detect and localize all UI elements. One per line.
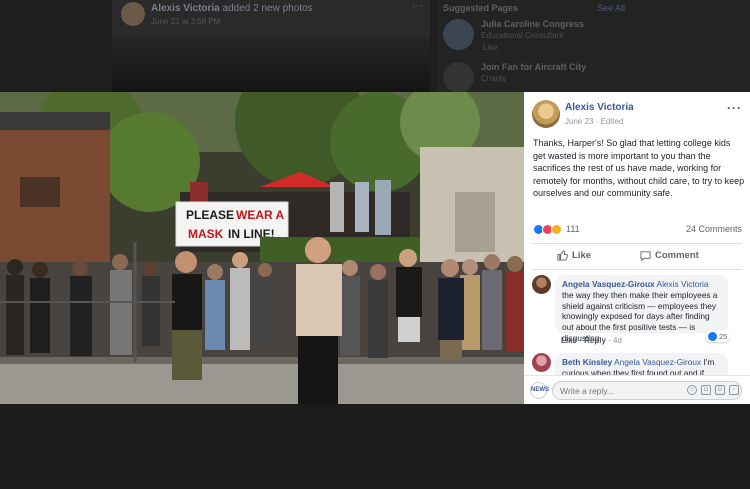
divider bbox=[532, 243, 742, 244]
commenter-avatar[interactable] bbox=[532, 275, 551, 294]
background-sidebar-see-all: See All bbox=[597, 3, 626, 13]
comment-icon bbox=[640, 251, 651, 261]
background-post-action: added 2 new photos bbox=[222, 3, 313, 14]
reaction-count: 111 bbox=[566, 224, 580, 234]
post-text: Thanks, Harper's! So glad that letting c… bbox=[533, 138, 745, 198]
suggested-page-1-like: Like bbox=[483, 43, 498, 52]
comment-actions: Like · Reply · 4d bbox=[561, 336, 622, 345]
suggested-page-1-subtitle: Educational Consultant bbox=[481, 31, 564, 40]
background-post-header: Alexis Victoria added 2 new photos bbox=[151, 3, 313, 14]
background-post-date: June 23 at 3:58 PM bbox=[151, 17, 221, 26]
commenter-avatar[interactable] bbox=[532, 353, 551, 372]
like-button[interactable]: Like bbox=[557, 250, 591, 261]
comment-time[interactable]: 4d bbox=[613, 336, 622, 345]
comment-bubble: Angela Vasquez-Giroux Alexis Victoria th… bbox=[555, 275, 728, 343]
reply-composer: NEWS ☺ ◘ G ▫ bbox=[524, 375, 750, 404]
comment-button[interactable]: Comment bbox=[640, 250, 699, 261]
comment-mention[interactable]: Angela Vasquez-Giroux bbox=[614, 357, 701, 367]
thumbs-up-icon bbox=[557, 250, 568, 261]
lightbox-bottom bbox=[0, 404, 750, 489]
like-reaction-icon bbox=[708, 331, 717, 341]
background-post-photo bbox=[112, 36, 430, 92]
suggested-page-2-avatar bbox=[443, 62, 474, 93]
comment-reply-link[interactable]: Reply bbox=[584, 336, 606, 345]
suggested-page-1-avatar bbox=[443, 19, 474, 50]
suggested-page-1-name: Julia Caroline Congress bbox=[481, 19, 585, 29]
commenter-name[interactable]: Angela Vasquez-Giroux bbox=[562, 279, 655, 289]
page-avatar: NEWS bbox=[530, 382, 549, 399]
post-author[interactable]: Alexis Victoria bbox=[565, 102, 634, 113]
comment-text: the way they then make their employees a… bbox=[562, 289, 718, 343]
comment-count[interactable]: 24 Comments bbox=[686, 224, 742, 234]
comment-button-label: Comment bbox=[655, 250, 699, 261]
suggested-page-2-subtitle: Charity bbox=[481, 74, 507, 83]
suggested-page-2-name: Join Fan for Aircraft City bbox=[481, 62, 587, 72]
like-button-label: Like bbox=[572, 250, 592, 261]
comment-reaction-count[interactable]: 25 bbox=[705, 330, 731, 342]
commenter-name[interactable]: Beth Kinsley bbox=[562, 357, 612, 367]
post-date[interactable]: June 23 · Edited bbox=[565, 117, 623, 126]
background-post-author: Alexis Victoria bbox=[151, 3, 220, 14]
camera-icon[interactable]: ◘ bbox=[701, 385, 711, 395]
background-more-icon: ··· bbox=[412, 0, 423, 12]
divider bbox=[532, 269, 742, 270]
more-options-icon[interactable]: ··· bbox=[727, 101, 742, 115]
sign-text-please: PLEASE bbox=[186, 208, 234, 222]
sticker-icon[interactable]: ▫ bbox=[729, 385, 739, 395]
post-photo[interactable]: PLEASE WEAR A MASK IN LINE! bbox=[0, 92, 524, 404]
sign-text-mask: MASK bbox=[188, 227, 224, 241]
comment-like-link[interactable]: Like bbox=[561, 336, 577, 345]
comment-likes: 25 bbox=[719, 331, 728, 341]
author-avatar[interactable] bbox=[532, 100, 560, 128]
sign-text-wear-a: WEAR A bbox=[236, 208, 285, 222]
comment-mention[interactable]: Alexis Victoria bbox=[657, 279, 709, 289]
reply-tools: ☺ ◘ G ▫ bbox=[687, 385, 739, 395]
post-detail-panel: Alexis Victoria June 23 · Edited ··· Tha… bbox=[524, 92, 750, 404]
emoji-icon[interactable]: ☺ bbox=[687, 385, 697, 395]
background-post-avatar bbox=[121, 2, 145, 26]
background-sidebar-title: Suggested Pages bbox=[443, 3, 519, 13]
wow-reaction-icon bbox=[551, 223, 562, 235]
reactions-summary[interactable]: 111 bbox=[533, 223, 580, 235]
gif-icon[interactable]: G bbox=[715, 385, 725, 395]
